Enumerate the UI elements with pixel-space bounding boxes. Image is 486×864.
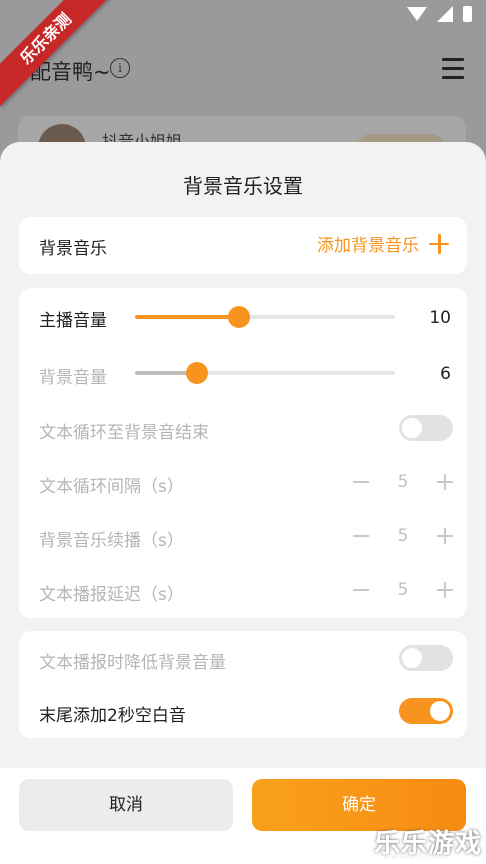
slider-thumb[interactable]	[186, 362, 209, 384]
minus-icon[interactable]	[353, 481, 369, 483]
add-bgm-button[interactable]: 添加背景音乐	[317, 231, 449, 256]
bg-volume-label: 背景音量	[39, 368, 107, 388]
wifi-icon	[407, 7, 427, 21]
plus-icon[interactable]	[436, 528, 453, 544]
info-icon[interactable]: i	[110, 58, 130, 78]
watermark-url: www.6ll.com	[382, 851, 446, 862]
bgm-continue-label: 背景音乐续播（s）	[39, 531, 184, 551]
add-bgm-label: 添加背景音乐	[317, 236, 419, 256]
add-silence-label: 末尾添加2秒空白音	[39, 706, 186, 726]
signal-icon	[437, 6, 453, 22]
slider-thumb[interactable]	[228, 306, 250, 328]
minus-icon[interactable]	[353, 589, 369, 591]
battery-icon	[463, 6, 472, 22]
bgm-label: 背景音乐	[39, 239, 107, 259]
bgm-settings-sheet: 背景音乐设置 背景音乐 添加背景音乐 主播音量 10 背景音量 6 文本循环至背…	[0, 142, 486, 864]
menu-icon[interactable]	[442, 58, 464, 85]
slider-fill	[135, 315, 239, 319]
audio-settings-card: 主播音量 10 背景音量 6 文本循环至背景音结束 文本循环间隔（s） 5 背景…	[19, 288, 467, 618]
loop-to-end-label: 文本循环至背景音结束	[39, 423, 209, 443]
bgm-card: 背景音乐 添加背景音乐	[19, 217, 467, 274]
loop-interval-label: 文本循环间隔（s）	[39, 477, 184, 497]
app-header: 配音鸭~ i	[0, 48, 486, 88]
loop-interval-value: 5	[397, 472, 409, 492]
anchor-volume-label: 主播音量	[39, 311, 107, 331]
anchor-volume-slider[interactable]	[135, 306, 395, 328]
play-delay-value: 5	[397, 580, 409, 600]
anchor-volume-value: 10	[429, 308, 451, 328]
cancel-button[interactable]: 取消	[19, 779, 233, 831]
bg-volume-slider[interactable]	[135, 362, 395, 384]
play-delay-stepper: 5	[353, 577, 453, 603]
loop-to-end-toggle[interactable]	[399, 415, 453, 441]
sheet-title: 背景音乐设置	[183, 174, 303, 198]
plus-icon	[429, 233, 449, 254]
plus-icon[interactable]	[436, 582, 453, 598]
bgm-continue-value: 5	[397, 526, 409, 546]
bg-volume-value: 6	[440, 364, 451, 384]
duck-bg-toggle[interactable]	[399, 645, 453, 671]
add-silence-toggle[interactable]	[399, 698, 453, 724]
duck-bg-label: 文本播报时降低背景音量	[39, 653, 226, 673]
loop-interval-stepper: 5	[353, 469, 453, 495]
minus-icon[interactable]	[353, 535, 369, 537]
playback-options-card: 文本播报时降低背景音量 末尾添加2秒空白音	[19, 631, 467, 738]
plus-icon[interactable]	[436, 474, 453, 490]
bgm-continue-stepper: 5	[353, 523, 453, 549]
play-delay-label: 文本播报延迟（s）	[39, 585, 184, 605]
